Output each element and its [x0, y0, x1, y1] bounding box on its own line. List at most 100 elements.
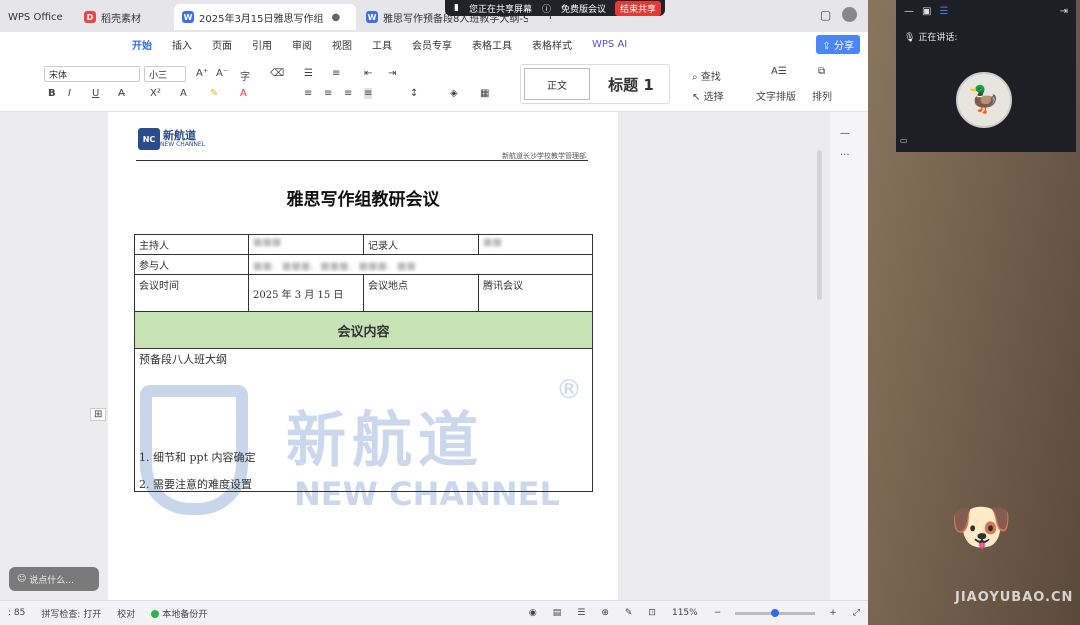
phonetic-icon[interactable]: 字: [240, 68, 250, 83]
minimize-icon[interactable]: —: [904, 6, 914, 17]
font-color-icon[interactable]: A: [240, 88, 247, 99]
zoom-slider[interactable]: [735, 608, 816, 617]
share-button[interactable]: ⇪ 分享: [816, 35, 860, 54]
list-view-icon[interactable]: ☰: [939, 6, 948, 17]
menu-page[interactable]: 页面: [202, 37, 242, 52]
zoom-level[interactable]: 115%: [664, 608, 706, 618]
justify-icon[interactable]: ≡: [364, 88, 373, 99]
italic-icon[interactable]: I: [68, 88, 71, 99]
backup-status[interactable]: 本地备份开: [143, 607, 215, 620]
write-view-icon[interactable]: ✎: [617, 608, 641, 618]
web-view-icon[interactable]: ⊕: [593, 608, 617, 618]
content-cell[interactable]: 预备段八人班大纲 1. 细节和 ppt 内容确定 2. 需要注意的难度设置: [134, 348, 593, 492]
eye-icon[interactable]: ◉: [521, 608, 545, 618]
text-layout-button[interactable]: 文字排版: [756, 88, 796, 103]
shrink-font-icon[interactable]: A⁻: [216, 68, 228, 79]
menu-table-style[interactable]: 表格样式: [522, 37, 582, 52]
tab-label: WPS Office: [8, 11, 63, 23]
restore-window-icon[interactable]: ▢: [820, 8, 831, 22]
menu-view[interactable]: 视图: [322, 37, 362, 52]
time-value[interactable]: 2025 年 3 月 15 日: [248, 274, 364, 312]
right-sidebar: — ···: [830, 112, 868, 600]
cursor-icon: ↖: [692, 92, 701, 103]
close-icon[interactable]: ●: [332, 12, 341, 23]
align-right-icon[interactable]: ≡: [344, 88, 352, 99]
fit-page-icon[interactable]: ⊡: [640, 608, 664, 618]
arrange-button[interactable]: 排列: [812, 88, 832, 103]
bullet-list-icon[interactable]: ☰: [304, 68, 313, 79]
stop-sharing-button[interactable]: 结束共享: [615, 0, 662, 16]
outline-view-icon[interactable]: ☰: [569, 608, 593, 618]
strikethrough-icon[interactable]: A̶: [118, 88, 125, 99]
host-value[interactable]: ■■■: [248, 234, 364, 255]
menu-home[interactable]: 开始: [122, 37, 162, 52]
tab-meeting-doc[interactable]: W 2025年3月15日雅思写作组 ●: [174, 4, 356, 30]
time-label[interactable]: 会议时间: [134, 274, 249, 312]
align-center-icon[interactable]: ≡: [324, 88, 332, 99]
menu-insert[interactable]: 插入: [162, 37, 202, 52]
content-header[interactable]: 会议内容: [134, 311, 593, 349]
highlight-icon[interactable]: ✎: [210, 88, 218, 99]
exit-icon[interactable]: ⇥: [1060, 6, 1068, 17]
menu-wps-ai[interactable]: WPS AI: [582, 39, 637, 50]
user-avatar[interactable]: [842, 7, 857, 22]
font-size-select[interactable]: 小三: [144, 66, 186, 82]
spellcheck-toggle[interactable]: 拼写检查: 打开: [33, 607, 109, 620]
tab-daoke[interactable]: D 稻壳素材: [76, 4, 149, 30]
host-label[interactable]: 主持人: [134, 234, 249, 255]
window-icon[interactable]: ▣: [922, 6, 931, 17]
proofread-button[interactable]: 校对: [109, 607, 143, 620]
indent-icon[interactable]: ⇥: [388, 68, 396, 79]
content-line-1: 预备段八人班大纲: [139, 353, 227, 366]
select-button[interactable]: ↖ 选择: [692, 88, 724, 103]
style-normal[interactable]: 正文: [524, 68, 590, 100]
chat-input[interactable]: ☺ 说点什么...: [9, 567, 99, 591]
clear-format-icon[interactable]: ⌫: [270, 68, 284, 79]
fullscreen-icon[interactable]: ⤢: [845, 608, 868, 618]
menu-table-tools[interactable]: 表格工具: [462, 37, 522, 52]
numbered-list-icon[interactable]: ≡: [332, 68, 340, 79]
style-heading-1[interactable]: 标题 1: [593, 65, 669, 103]
participant-name: ▭: [900, 136, 908, 145]
more-icon[interactable]: ···: [840, 150, 850, 161]
underline-icon[interactable]: U: [92, 88, 99, 99]
shading-icon[interactable]: ◈: [450, 88, 458, 99]
grow-font-icon[interactable]: A⁺: [196, 68, 208, 79]
superscript-icon[interactable]: X²: [150, 88, 161, 99]
header-divider: [136, 160, 588, 161]
text-effect-icon[interactable]: A: [180, 88, 187, 99]
border-icon[interactable]: ▦: [480, 88, 489, 99]
document-canvas[interactable]: NC 新航道 NEW CHANNEL 新航道长沙学校教学管理部 雅思写作组教研会…: [0, 112, 868, 600]
content-line-2: 1. 细节和 ppt 内容确定: [139, 451, 256, 464]
find-button[interactable]: ⌕ 查找: [692, 68, 721, 83]
menu-tools[interactable]: 工具: [362, 37, 402, 52]
recorder-label[interactable]: 记录人: [363, 234, 479, 255]
line-spacing-icon[interactable]: ↕: [410, 88, 418, 99]
vertical-scrollbar[interactable]: [817, 150, 822, 300]
zoom-out-icon[interactable]: −: [706, 608, 730, 618]
align-left-icon[interactable]: ≡: [304, 88, 312, 99]
participants-value[interactable]: ■■、■■■、■■■、■■■、■■: [248, 254, 593, 275]
outdent-icon[interactable]: ⇤: [364, 68, 372, 79]
menu-reference[interactable]: 引用: [242, 37, 282, 52]
collapse-icon[interactable]: —: [840, 128, 850, 139]
zoom-in-icon[interactable]: +: [821, 608, 845, 618]
menu-member[interactable]: 会员专享: [402, 37, 462, 52]
menu-review[interactable]: 审阅: [282, 37, 322, 52]
font-name-select[interactable]: 宋体: [44, 66, 140, 82]
select-label: 选择: [703, 92, 724, 103]
table-handle-icon[interactable]: ⊞: [90, 408, 107, 421]
participants-label[interactable]: 参与人: [134, 254, 249, 275]
document-title[interactable]: 雅思写作组教研会议: [108, 185, 618, 210]
bold-icon[interactable]: B: [48, 88, 56, 99]
document-page[interactable]: NC 新航道 NEW CHANNEL 新航道长沙学校教学管理部 雅思写作组教研会…: [108, 112, 618, 600]
chat-placeholder: 说点什么...: [29, 575, 74, 586]
participant-avatar[interactable]: 🦆: [956, 72, 1012, 128]
place-value[interactable]: 腾讯会议: [478, 274, 593, 312]
page-view-icon[interactable]: ▤: [545, 608, 570, 618]
tab-wps-office[interactable]: WPS Office: [0, 4, 71, 30]
search-icon: ⌕: [692, 72, 698, 83]
ribbon-toolbar: 宋体 小三 B I U A̶ X² A ✎ A A⁺ A⁻ 字 ⌫ ☰ ≡ ⇤ …: [0, 56, 868, 112]
recorder-value[interactable]: ■■: [478, 234, 593, 255]
place-label[interactable]: 会议地点: [363, 274, 479, 312]
